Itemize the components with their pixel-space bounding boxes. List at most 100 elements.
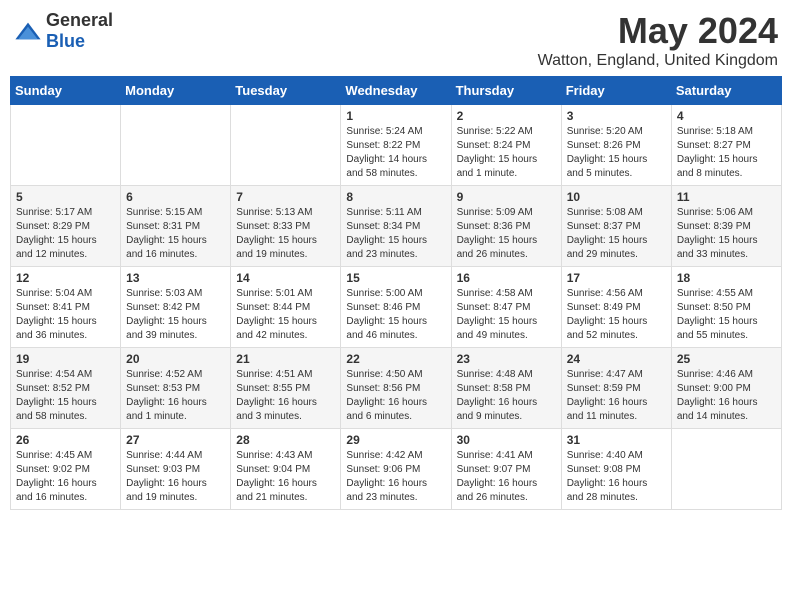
title-section: May 2024 Watton, England, United Kingdom	[538, 10, 778, 70]
calendar-cell: 2 Sunrise: 5:22 AM Sunset: 8:24 PM Daylig…	[451, 105, 561, 186]
calendar-table: SundayMondayTuesdayWednesdayThursdayFrid…	[10, 76, 782, 510]
calendar-cell: 13Sunrise: 5:03 AM Sunset: 8:42 PM Dayli…	[121, 267, 231, 348]
day-number: 26	[16, 433, 115, 447]
day-info: Sunrise: 5:01 AM Sunset: 8:44 PM Dayligh…	[236, 287, 335, 343]
day-number: 3	[567, 109, 666, 123]
page-header: General Blue May 2024 Watton, England, U…	[10, 10, 782, 70]
calendar-cell: 17 Sunrise: 4:56 AM Sunset: 8:49 PM Dayli…	[561, 267, 671, 348]
weekday-header: Friday	[561, 77, 671, 105]
calendar-cell: 23 Sunrise: 4:48 AM Sunset: 8:58 PM Dayli…	[451, 348, 561, 429]
calendar-cell: 11 Sunrise: 5:06 AM Sunset: 8:39 PM Dayli…	[671, 186, 781, 267]
day-info: Sunrise: 4:41 AM Sunset: 9:07 PM Dayligh…	[457, 449, 556, 505]
day-info: Sunrise: 5:13 AM Sunset: 8:33 PM Dayligh…	[236, 206, 335, 262]
day-info: Sunrise: 4:54 AM Sunset: 8:52 PM Dayligh…	[16, 368, 115, 424]
day-info: Sunrise: 5:06 AM Sunset: 8:39 PM Dayligh…	[677, 206, 776, 262]
calendar-cell: 10Sunrise: 5:08 AM Sunset: 8:37 PM Dayli…	[561, 186, 671, 267]
calendar-cell: 28Sunrise: 4:43 AM Sunset: 9:04 PM Dayli…	[231, 429, 341, 510]
logo-general: General	[46, 10, 113, 30]
day-number: 22	[346, 352, 445, 366]
day-number: 27	[126, 433, 225, 447]
day-info: Sunrise: 5:17 AM Sunset: 8:29 PM Dayligh…	[16, 206, 115, 262]
calendar-cell: 25 Sunrise: 4:46 AM Sunset: 9:00 PM Dayli…	[671, 348, 781, 429]
calendar-cell: 9 Sunrise: 5:09 AM Sunset: 8:36 PM Daylig…	[451, 186, 561, 267]
day-number: 11	[677, 190, 776, 204]
day-info: Sunrise: 5:00 AM Sunset: 8:46 PM Dayligh…	[346, 287, 445, 343]
day-info: Sunrise: 4:42 AM Sunset: 9:06 PM Dayligh…	[346, 449, 445, 505]
calendar-week-row: 19 Sunrise: 4:54 AM Sunset: 8:52 PM Dayli…	[11, 348, 782, 429]
calendar-cell: 4Sunrise: 5:18 AM Sunset: 8:27 PM Daylig…	[671, 105, 781, 186]
calendar-cell: 18 Sunrise: 4:55 AM Sunset: 8:50 PM Dayli…	[671, 267, 781, 348]
calendar-cell: 31Sunrise: 4:40 AM Sunset: 9:08 PM Dayli…	[561, 429, 671, 510]
day-number: 15	[346, 271, 445, 285]
calendar-cell: 29Sunrise: 4:42 AM Sunset: 9:06 PM Dayli…	[341, 429, 451, 510]
day-number: 25	[677, 352, 776, 366]
calendar-cell: 14 Sunrise: 5:01 AM Sunset: 8:44 PM Dayli…	[231, 267, 341, 348]
logo: General Blue	[14, 10, 113, 52]
weekday-header: Wednesday	[341, 77, 451, 105]
day-info: Sunrise: 4:55 AM Sunset: 8:50 PM Dayligh…	[677, 287, 776, 343]
day-info: Sunrise: 5:04 AM Sunset: 8:41 PM Dayligh…	[16, 287, 115, 343]
day-info: Sunrise: 4:43 AM Sunset: 9:04 PM Dayligh…	[236, 449, 335, 505]
logo-icon	[14, 21, 42, 41]
weekday-header: Monday	[121, 77, 231, 105]
day-number: 10	[567, 190, 666, 204]
day-info: Sunrise: 4:50 AM Sunset: 8:56 PM Dayligh…	[346, 368, 445, 424]
calendar-cell: 15 Sunrise: 5:00 AM Sunset: 8:46 PM Dayli…	[341, 267, 451, 348]
day-number: 9	[457, 190, 556, 204]
calendar-cell	[671, 429, 781, 510]
calendar-cell	[121, 105, 231, 186]
day-info: Sunrise: 4:48 AM Sunset: 8:58 PM Dayligh…	[457, 368, 556, 424]
day-info: Sunrise: 5:24 AM Sunset: 8:22 PM Dayligh…	[346, 125, 445, 181]
calendar-cell: 22 Sunrise: 4:50 AM Sunset: 8:56 PM Dayli…	[341, 348, 451, 429]
calendar-cell: 16 Sunrise: 4:58 AM Sunset: 8:47 PM Dayli…	[451, 267, 561, 348]
day-number: 2	[457, 109, 556, 123]
calendar-cell: 19 Sunrise: 4:54 AM Sunset: 8:52 PM Dayli…	[11, 348, 121, 429]
calendar-cell: 24 Sunrise: 4:47 AM Sunset: 8:59 PM Dayli…	[561, 348, 671, 429]
calendar-cell: 7 Sunrise: 5:13 AM Sunset: 8:33 PM Daylig…	[231, 186, 341, 267]
day-number: 19	[16, 352, 115, 366]
day-info: Sunrise: 5:09 AM Sunset: 8:36 PM Dayligh…	[457, 206, 556, 262]
calendar-cell: 30 Sunrise: 4:41 AM Sunset: 9:07 PM Dayli…	[451, 429, 561, 510]
calendar-week-row: 1 Sunrise: 5:24 AM Sunset: 8:22 PM Daylig…	[11, 105, 782, 186]
day-info: Sunrise: 4:46 AM Sunset: 9:00 PM Dayligh…	[677, 368, 776, 424]
weekday-header: Thursday	[451, 77, 561, 105]
calendar-cell: 21Sunrise: 4:51 AM Sunset: 8:55 PM Dayli…	[231, 348, 341, 429]
day-number: 17	[567, 271, 666, 285]
day-info: Sunrise: 5:11 AM Sunset: 8:34 PM Dayligh…	[346, 206, 445, 262]
calendar-cell: 12Sunrise: 5:04 AM Sunset: 8:41 PM Dayli…	[11, 267, 121, 348]
calendar-cell: 27Sunrise: 4:44 AM Sunset: 9:03 PM Dayli…	[121, 429, 231, 510]
day-info: Sunrise: 4:58 AM Sunset: 8:47 PM Dayligh…	[457, 287, 556, 343]
day-number: 16	[457, 271, 556, 285]
day-number: 8	[346, 190, 445, 204]
day-info: Sunrise: 4:52 AM Sunset: 8:53 PM Dayligh…	[126, 368, 225, 424]
day-number: 18	[677, 271, 776, 285]
day-info: Sunrise: 4:56 AM Sunset: 8:49 PM Dayligh…	[567, 287, 666, 343]
calendar-cell: 6Sunrise: 5:15 AM Sunset: 8:31 PM Daylig…	[121, 186, 231, 267]
weekday-header: Sunday	[11, 77, 121, 105]
logo-text: General Blue	[46, 10, 113, 52]
day-number: 13	[126, 271, 225, 285]
calendar-cell	[231, 105, 341, 186]
weekday-header: Tuesday	[231, 77, 341, 105]
main-title: May 2024	[538, 10, 778, 52]
day-info: Sunrise: 4:51 AM Sunset: 8:55 PM Dayligh…	[236, 368, 335, 424]
calendar-cell: 8 Sunrise: 5:11 AM Sunset: 8:34 PM Daylig…	[341, 186, 451, 267]
day-number: 4	[677, 109, 776, 123]
day-number: 14	[236, 271, 335, 285]
logo-blue: Blue	[46, 31, 85, 51]
day-info: Sunrise: 4:47 AM Sunset: 8:59 PM Dayligh…	[567, 368, 666, 424]
day-number: 1	[346, 109, 445, 123]
day-number: 30	[457, 433, 556, 447]
day-number: 7	[236, 190, 335, 204]
calendar-week-row: 12Sunrise: 5:04 AM Sunset: 8:41 PM Dayli…	[11, 267, 782, 348]
day-info: Sunrise: 5:15 AM Sunset: 8:31 PM Dayligh…	[126, 206, 225, 262]
calendar-cell: 3 Sunrise: 5:20 AM Sunset: 8:26 PM Daylig…	[561, 105, 671, 186]
day-info: Sunrise: 5:20 AM Sunset: 8:26 PM Dayligh…	[567, 125, 666, 181]
day-number: 23	[457, 352, 556, 366]
calendar-cell: 26Sunrise: 4:45 AM Sunset: 9:02 PM Dayli…	[11, 429, 121, 510]
calendar-header-row: SundayMondayTuesdayWednesdayThursdayFrid…	[11, 77, 782, 105]
day-info: Sunrise: 4:40 AM Sunset: 9:08 PM Dayligh…	[567, 449, 666, 505]
day-info: Sunrise: 5:22 AM Sunset: 8:24 PM Dayligh…	[457, 125, 556, 181]
day-number: 24	[567, 352, 666, 366]
day-number: 5	[16, 190, 115, 204]
